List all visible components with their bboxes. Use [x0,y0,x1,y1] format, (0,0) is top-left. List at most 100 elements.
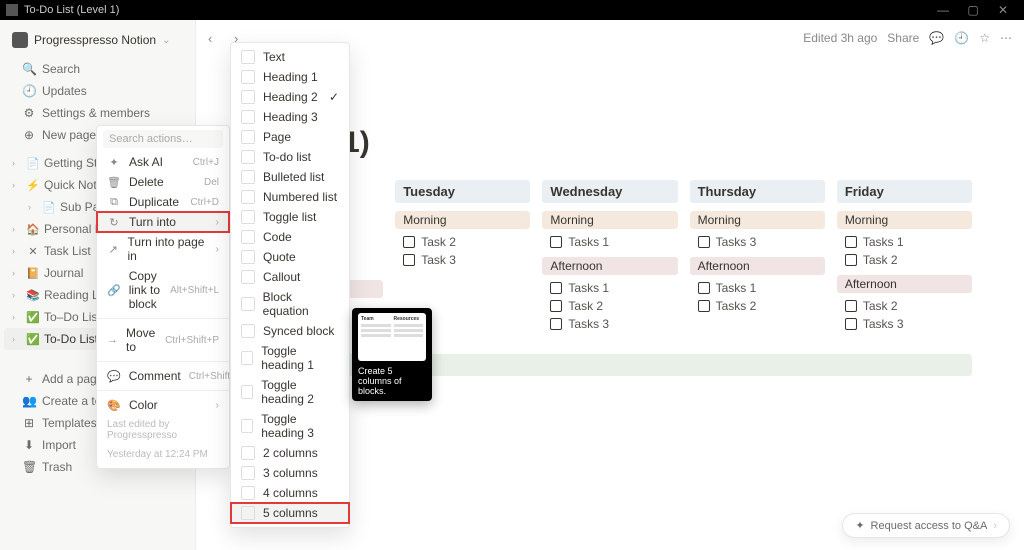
checkbox-icon[interactable] [550,282,562,294]
task-item[interactable]: Task 2 [542,297,677,315]
menu-item-copy-link-to-block[interactable]: 🔗Copy link to blockAlt+Shift+L [97,266,229,314]
menu-item-duplicate[interactable]: ⧉DuplicateCtrl+D [97,192,229,212]
menu-item-ask-ai[interactable]: ✦Ask AICtrl+J [97,152,229,172]
checkbox-icon[interactable] [403,254,415,266]
page-title[interactable]: (Level 1) [248,126,972,160]
task-item[interactable]: Tasks 2 [690,297,825,315]
turn-into-5-columns[interactable]: 5 columns [231,503,349,523]
request-access-button[interactable]: ✦ Request access to Q&A › [842,513,1010,538]
chevron-icon[interactable]: › [12,158,22,168]
checkbox-icon[interactable] [550,300,562,312]
checkbox-icon[interactable] [698,236,710,248]
close-button[interactable]: ✕ [988,3,1018,17]
day-header[interactable]: Tuesday [395,180,530,203]
menu-item-move-to[interactable]: →Move toCtrl+Shift+P [97,323,229,357]
turn-into-page[interactable]: Page [231,127,349,147]
minimize-button[interactable]: — [928,3,958,17]
turn-into-toggle-heading-3[interactable]: Toggle heading 3 [231,409,349,443]
turn-into-3-columns[interactable]: 3 columns [231,463,349,483]
more-icon[interactable]: ⋯ [1000,31,1012,45]
workspace-switcher[interactable]: Progresspresso Notion ⌄ [4,28,191,52]
turn-into-to-do-list[interactable]: To-do list [231,147,349,167]
task-item[interactable]: Task 2 [837,297,972,315]
block-type-icon [241,130,255,144]
checkbox-icon[interactable] [845,236,857,248]
task-item[interactable]: Task 2 [837,251,972,269]
turn-into-callout[interactable]: Callout [231,267,349,287]
day-header[interactable]: Thursday [690,180,825,203]
menu-item-delete[interactable]: 🗑DeleteDel [97,172,229,192]
done-task-item[interactable]: Task 2 [248,418,972,436]
chevron-icon[interactable]: › [12,290,22,300]
checkbox-icon[interactable] [845,300,857,312]
chevron-icon[interactable]: › [28,202,38,212]
done-task-item[interactable]: Tasks 1 [248,436,972,454]
checkbox-icon[interactable] [698,282,710,294]
chevron-icon[interactable]: › [12,246,22,256]
checkbox-icon[interactable] [550,318,562,330]
task-item[interactable]: Tasks 1 [542,279,677,297]
turn-into-toggle-heading-1[interactable]: Toggle heading 1 [231,341,349,375]
sidebar-updates[interactable]: 🕘Updates [4,80,191,102]
menu-item-turn-into[interactable]: ↻Turn into› [97,212,229,232]
task-item[interactable]: Tasks 1 [837,233,972,251]
window-title: To-Do List (Level 1) [24,4,119,16]
task-item[interactable]: Tasks 3 [542,315,677,333]
search-actions-input[interactable]: Search actions… [103,130,223,148]
menu-item-turn-into-page-in[interactable]: ↗Turn into page in› [97,232,229,266]
task-item[interactable]: Task 2 [395,233,530,251]
turn-into-heading-3[interactable]: Heading 3 [231,107,349,127]
turn-into-bulleted-list[interactable]: Bulleted list [231,167,349,187]
section-header[interactable]: Morning [690,211,825,229]
turn-into-2-columns[interactable]: 2 columns [231,443,349,463]
turn-into-toggle-list[interactable]: Toggle list [231,207,349,227]
menu-item-comment[interactable]: 💬CommentCtrl+Shift+M [97,366,229,386]
share-button[interactable]: Share [887,31,919,45]
task-item[interactable]: Tasks 1 [542,233,677,251]
maximize-button[interactable]: ▢ [958,3,988,17]
checkbox-icon[interactable] [845,254,857,266]
turn-into-code[interactable]: Code [231,227,349,247]
section-header[interactable]: Morning [395,211,530,229]
done-task-item[interactable]: Tasks 3 [248,400,972,418]
chevron-icon[interactable]: › [12,268,22,278]
turn-into-block-equation[interactable]: Block equation [231,287,349,321]
sidebar-search[interactable]: 🔍Search [4,58,191,80]
turn-into-4-columns[interactable]: 4 columns [231,483,349,503]
day-header[interactable]: Friday [837,180,972,203]
checkbox-icon[interactable] [550,236,562,248]
move to-icon: → [107,334,118,346]
section-header[interactable]: Morning [542,211,677,229]
checkbox-icon[interactable] [845,318,857,330]
turn-into-text[interactable]: Text [231,47,349,67]
task-item[interactable]: Tasks 1 [690,279,825,297]
section-header[interactable]: Afternoon [690,257,825,275]
section-header[interactable]: Morning [837,211,972,229]
updates-icon[interactable]: 🕘 [954,31,969,45]
chevron-icon[interactable]: › [12,224,22,234]
checkbox-icon[interactable] [403,236,415,248]
menu-item-color[interactable]: 🎨Color› [97,395,229,415]
section-header[interactable]: Afternoon [542,257,677,275]
checkbox-icon[interactable] [698,300,710,312]
task-item[interactable]: Task 3 [395,251,530,269]
chevron-icon[interactable]: › [12,312,22,322]
turn-into-toggle-heading-2[interactable]: Toggle heading 2 [231,375,349,409]
task-item[interactable]: Tasks 3 [690,233,825,251]
section-header[interactable]: Afternoon [837,275,972,293]
chevron-icon[interactable]: › [12,334,22,344]
turn-into-numbered-list[interactable]: Numbered list [231,187,349,207]
turn-into-heading-1[interactable]: Heading 1 [231,67,349,87]
sidebar-settings-members[interactable]: ⚙Settings & members [4,102,191,124]
day-header[interactable]: Wednesday [542,180,677,203]
comments-icon[interactable]: 💬 [929,31,944,45]
turn-into-quote[interactable]: Quote [231,247,349,267]
nav-back-button[interactable]: ‹ [208,31,226,46]
favorite-icon[interactable]: ☆ [979,31,990,45]
done-task-item[interactable]: Tasks 1 [248,454,972,472]
task-item[interactable]: Tasks 3 [837,315,972,333]
column-friday: FridayMorningTasks 1Task 2AfternoonTask … [837,180,972,338]
turn-into-heading-2[interactable]: Heading 2✓ [231,87,349,107]
turn-into-synced-block[interactable]: Synced block [231,321,349,341]
chevron-icon[interactable]: › [12,180,22,190]
